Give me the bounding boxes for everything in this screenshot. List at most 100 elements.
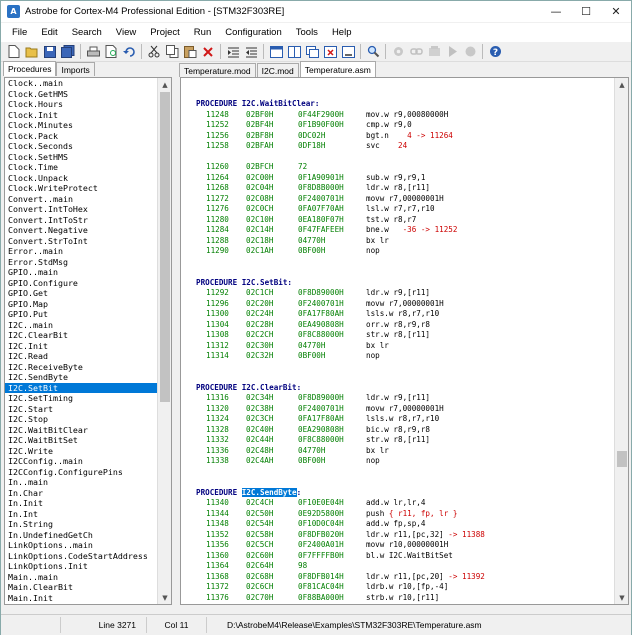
procedure-item[interactable]: Clock.Unpack [5, 173, 159, 184]
procedure-item[interactable]: Convert.Negative [5, 225, 159, 236]
procedure-item[interactable]: I2C.Read [5, 351, 159, 362]
procedure-item[interactable]: In.Char [5, 488, 159, 499]
scroll-down-arrow[interactable]: ▼ [615, 591, 628, 604]
undo-icon[interactable] [121, 44, 137, 60]
menu-search[interactable]: Search [65, 27, 109, 38]
procedure-item[interactable]: Error..main [5, 246, 159, 257]
scroll-up-arrow[interactable]: ▲ [615, 78, 628, 91]
compile-icon[interactable] [390, 44, 406, 60]
procedure-item[interactable]: Clock.GetHMS [5, 89, 159, 100]
procedure-item[interactable]: Clock.Seconds [5, 141, 159, 152]
procedure-item[interactable]: LinkOptions.Init [5, 561, 159, 572]
procedure-item[interactable]: I2C.SendByte [5, 372, 159, 383]
procedure-item[interactable]: In.String [5, 519, 159, 530]
procedures-scrollbar[interactable]: ▲ ▼ [157, 78, 171, 604]
indent-icon[interactable] [225, 44, 241, 60]
outdent-icon[interactable] [243, 44, 259, 60]
window-tile-icon[interactable] [286, 44, 302, 60]
procedure-item[interactable]: GPIO.Configure [5, 278, 159, 289]
help-icon[interactable]: ? [487, 44, 503, 60]
procedure-item[interactable]: I2C.WaitBitClear [5, 425, 159, 436]
tab-temperature-asm[interactable]: Temperature.asm [299, 61, 376, 77]
save-all-icon[interactable] [60, 44, 76, 60]
procedure-item[interactable]: I2C.ReceiveByte [5, 362, 159, 373]
scrollbar-thumb[interactable] [160, 92, 170, 402]
procedure-item[interactable]: I2C.SetBit [5, 382, 159, 393]
procedure-item[interactable]: Main.Init [5, 593, 159, 604]
procedure-item[interactable]: In.UndefinedGetCh [5, 530, 159, 541]
procedure-item[interactable]: Clock..main [5, 78, 159, 89]
editor-scrollbar[interactable]: ▲ ▼ [614, 78, 628, 604]
menu-view[interactable]: View [109, 27, 143, 38]
print-icon[interactable] [85, 44, 101, 60]
minimize-window-icon[interactable] [340, 44, 356, 60]
procedure-item[interactable]: In.Init [5, 498, 159, 509]
procedure-item[interactable]: Convert.IntToStr [5, 215, 159, 226]
new-file-icon[interactable] [6, 44, 22, 60]
procedure-item[interactable]: I2C.Stop [5, 414, 159, 425]
scroll-up-arrow[interactable]: ▲ [158, 78, 171, 91]
procedure-item[interactable]: Convert..main [5, 194, 159, 205]
procedure-item[interactable]: LinkOptions.CodeStartAddress [5, 551, 159, 562]
tab-i2c-mod[interactable]: I2C.mod [256, 63, 299, 77]
procedure-item[interactable]: I2C.Start [5, 404, 159, 415]
procedure-item[interactable]: Main..main [5, 572, 159, 583]
procedure-item[interactable]: I2CConfig..main [5, 456, 159, 467]
procedures-list[interactable]: Clock..main Clock.GetHMS Clock.Hours Clock.… [4, 77, 172, 605]
procedure-item[interactable]: I2CConfig.ConfigurePins [5, 467, 159, 478]
procedure-item[interactable]: I2C.Init [5, 341, 159, 352]
scroll-down-arrow[interactable]: ▼ [158, 591, 171, 604]
tab-imports[interactable]: Imports [56, 62, 95, 76]
tab-temperature-mod[interactable]: Temperature.mod [179, 63, 256, 77]
procedure-item[interactable]: I2C.Write [5, 446, 159, 457]
menu-configuration[interactable]: Configuration [218, 27, 289, 38]
procedure-item[interactable]: Clock.Time [5, 162, 159, 173]
procedure-item[interactable]: Clock.WriteProtect [5, 183, 159, 194]
run-icon[interactable] [444, 44, 460, 60]
procedure-item[interactable]: Clock.Init [5, 110, 159, 121]
maximize-button[interactable]: ☐ [571, 1, 601, 22]
procedure-item[interactable]: I2C..main [5, 320, 159, 331]
cut-icon[interactable] [146, 44, 162, 60]
open-folder-icon[interactable] [24, 44, 40, 60]
procedure-item[interactable]: Clock.SetHMS [5, 152, 159, 163]
copy-icon[interactable] [164, 44, 180, 60]
menu-help[interactable]: Help [325, 27, 359, 38]
procedure-item[interactable]: I2C.SetTiming [5, 393, 159, 404]
procedure-item[interactable]: In.Int [5, 509, 159, 520]
window-icon[interactable] [268, 44, 284, 60]
print-preview-icon[interactable] [103, 44, 119, 60]
close-window-icon[interactable] [322, 44, 338, 60]
close-button[interactable]: ✕ [601, 1, 631, 22]
procedure-item[interactable]: Clock.Hours [5, 99, 159, 110]
procedure-item[interactable]: In..main [5, 477, 159, 488]
menu-edit[interactable]: Edit [34, 27, 64, 38]
procedure-item[interactable]: Error.StdMsg [5, 257, 159, 268]
minimize-button[interactable]: — [541, 1, 571, 22]
menu-run[interactable]: Run [187, 27, 218, 38]
scrollbar-thumb[interactable] [617, 451, 627, 467]
procedure-item[interactable]: GPIO.Map [5, 299, 159, 310]
procedure-item[interactable]: GPIO.Put [5, 309, 159, 320]
procedure-item[interactable]: Convert.StrToInt [5, 236, 159, 247]
procedure-item[interactable]: Convert.IntToHex [5, 204, 159, 215]
find-icon[interactable] [365, 44, 381, 60]
menu-tools[interactable]: Tools [289, 27, 325, 38]
link-icon[interactable] [408, 44, 424, 60]
procedure-item[interactable]: LinkOptions..main [5, 540, 159, 551]
code-editor[interactable]: PROCEDURE I2C.WaitBitClear: 11248 02BF0H 0F… [180, 77, 629, 605]
menu-project[interactable]: Project [143, 27, 187, 38]
menu-file[interactable]: File [5, 27, 34, 38]
procedure-item[interactable]: GPIO..main [5, 267, 159, 278]
procedure-item[interactable]: Clock.Minutes [5, 120, 159, 131]
window-cascade-icon[interactable] [304, 44, 320, 60]
stop-icon[interactable] [462, 44, 478, 60]
build-icon[interactable] [426, 44, 442, 60]
tab-procedures[interactable]: Procedures [3, 61, 57, 76]
procedure-item[interactable]: Clock.Pack [5, 131, 159, 142]
procedure-item[interactable]: I2C.ClearBit [5, 330, 159, 341]
save-icon[interactable] [42, 44, 58, 60]
paste-icon[interactable] [182, 44, 198, 60]
procedure-item[interactable]: GPIO.Get [5, 288, 159, 299]
procedure-item[interactable]: I2C.WaitBitSet [5, 435, 159, 446]
